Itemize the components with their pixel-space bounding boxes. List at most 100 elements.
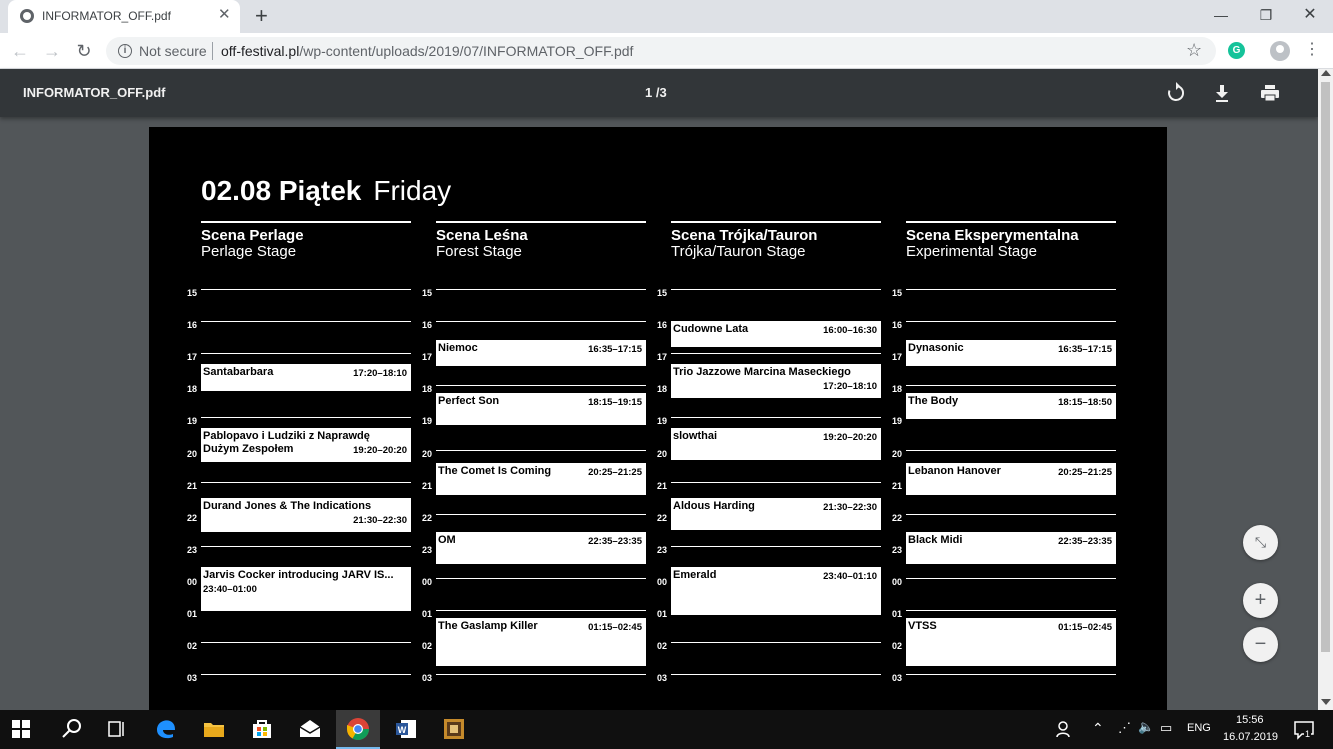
browser-toolbar: ← → ↻ i Not secure off-festival.pl/wp-co… (0, 33, 1333, 69)
language-indicator[interactable]: ENG (1187, 722, 1211, 734)
stage-header-eksperymentalna: Scena Eksperymentalna Experimental Stage (906, 221, 1116, 260)
hour-gridline (436, 289, 646, 290)
store-icon[interactable] (250, 717, 274, 741)
hour-gridline (906, 450, 1116, 451)
notification-count: 1 (1304, 729, 1312, 739)
page-indicator[interactable]: 1 /3 (645, 85, 667, 100)
event-name: Black Midi (908, 534, 963, 546)
battery-icon[interactable]: ▭ (1160, 720, 1172, 736)
reload-button[interactable]: ↻ (72, 39, 96, 63)
scrollbar-thumb[interactable] (1321, 82, 1330, 652)
schedule-event: The Body 18:15–18:50 (906, 393, 1116, 419)
rotate-icon[interactable] (1164, 81, 1188, 105)
hour-label: 22 (892, 513, 903, 523)
chrome-taskbar-item[interactable] (336, 710, 380, 749)
zoom-out-button[interactable]: − (1243, 627, 1278, 662)
hour-label: 16 (892, 320, 903, 330)
minimize-button[interactable]: — (1207, 4, 1235, 28)
dosbox-icon[interactable] (442, 717, 466, 741)
schedule-event: Cudowne Lata 16:00–16:30 (671, 321, 881, 347)
volume-icon[interactable]: 🔈 (1138, 719, 1154, 735)
window-close-button[interactable]: ✕ (1296, 4, 1324, 28)
event-time: 23:40–01:10 (823, 571, 877, 582)
event-name: The Comet Is Coming (438, 465, 552, 477)
event-name: Pablopavo i Ludziki z Naprawdę Dużym Zes… (203, 430, 370, 455)
stage-name-pl: Scena Trójka/Tauron (671, 227, 818, 244)
task-view-icon[interactable] (105, 717, 129, 741)
profile-avatar[interactable] (1270, 41, 1290, 61)
stage-header-trojka: Scena Trójka/Tauron Trójka/Tauron Stage (671, 221, 881, 260)
print-icon[interactable] (1258, 81, 1282, 105)
people-icon[interactable] (1055, 717, 1075, 741)
fit-page-button[interactable]: ⤡ (1243, 525, 1278, 560)
event-time: 18:15–18:50 (1058, 397, 1112, 408)
edge-browser-icon[interactable] (154, 717, 178, 741)
event-time: 21:30–22:30 (823, 502, 877, 513)
hour-gridline (671, 546, 881, 547)
hour-gridline (671, 674, 881, 675)
file-explorer-icon[interactable] (202, 717, 226, 741)
schedule-event: Niemoc 16:35–17:15 (436, 340, 646, 366)
restore-button[interactable]: ❐ (1252, 4, 1280, 28)
back-button[interactable]: ← (8, 39, 32, 63)
clock-date[interactable]: 16.07.2019 (1223, 731, 1278, 743)
mail-icon[interactable] (298, 717, 322, 741)
windows-start-icon[interactable] (12, 720, 30, 738)
hour-label: 03 (657, 673, 668, 683)
schedule-event: OM 22:35–23:35 (436, 532, 646, 564)
scroll-down-arrow[interactable] (1321, 699, 1331, 705)
hour-gridline (906, 321, 1116, 322)
menu-dots-icon[interactable]: ⋮ (1304, 40, 1320, 60)
url-path: /wp-content/uploads/2019/07/INFORMATOR_O… (299, 43, 634, 59)
hour-label: 23 (657, 545, 668, 555)
hour-label: 17 (187, 352, 198, 362)
browser-tab[interactable]: INFORMATOR_OFF.pdf ✕ (8, 0, 240, 33)
info-icon[interactable]: i (118, 44, 132, 58)
event-time: 17:20–18:10 (353, 368, 407, 379)
hour-label: 15 (657, 288, 668, 298)
stage-header-perlage: Scena Perlage Perlage Stage (201, 221, 411, 260)
schedule-event: The Gaslamp Killer 01:15–02:45 (436, 618, 646, 666)
hour-gridline (671, 642, 881, 643)
schedule-event: Perfect Son 18:15–19:15 (436, 393, 646, 425)
hour-label: 02 (892, 641, 903, 651)
schedule-event: Trio Jazzowe Marcina Maseckiego 17:20–18:… (671, 364, 881, 398)
scroll-up-arrow[interactable] (1321, 70, 1331, 76)
zoom-in-button[interactable]: + (1243, 583, 1278, 618)
clock-time[interactable]: 15:56 (1236, 714, 1264, 726)
new-tab-button[interactable]: + (255, 4, 268, 28)
hour-gridline (201, 321, 411, 322)
hour-gridline (436, 610, 646, 611)
security-label[interactable]: Not secure (139, 43, 207, 59)
url-text[interactable]: off-festival.pl/wp-content/uploads/2019/… (221, 43, 633, 59)
hour-label: 00 (187, 577, 198, 587)
event-time: 22:35–23:35 (1058, 536, 1112, 547)
hour-label: 23 (892, 545, 903, 555)
bookmark-star-icon[interactable]: ☆ (1186, 40, 1202, 61)
hour-gridline (201, 482, 411, 483)
hour-label: 19 (892, 416, 903, 426)
hour-label: 21 (657, 481, 668, 491)
stage-header-lesna: Scena Leśna Forest Stage (436, 221, 646, 260)
hour-label: 00 (657, 577, 668, 587)
event-name: Perfect Son (438, 395, 500, 407)
close-icon[interactable]: ✕ (218, 7, 231, 23)
hour-label: 18 (187, 384, 198, 394)
search-icon[interactable] (60, 717, 84, 741)
wifi-icon[interactable]: ⋰ (1118, 720, 1131, 736)
forward-button[interactable]: → (40, 39, 64, 63)
download-icon[interactable] (1210, 81, 1234, 105)
event-time: 16:35–17:15 (588, 344, 642, 355)
hour-gridline (906, 289, 1116, 290)
event-time: 16:35–17:15 (1058, 344, 1112, 355)
event-name: Santabarbara (203, 366, 274, 378)
chevron-up-icon[interactable]: ⌃ (1092, 720, 1104, 737)
stage-name-en: Perlage Stage (201, 243, 297, 260)
event-name: Trio Jazzowe Marcina Maseckiego (673, 366, 851, 378)
hour-gridline (436, 450, 646, 451)
hour-gridline (436, 578, 646, 579)
address-bar[interactable]: i Not secure off-festival.pl/wp-content/… (106, 37, 1216, 65)
hour-label: 18 (657, 384, 668, 394)
grammarly-extension-icon[interactable]: G (1228, 42, 1245, 59)
word-icon[interactable]: W (394, 717, 418, 741)
